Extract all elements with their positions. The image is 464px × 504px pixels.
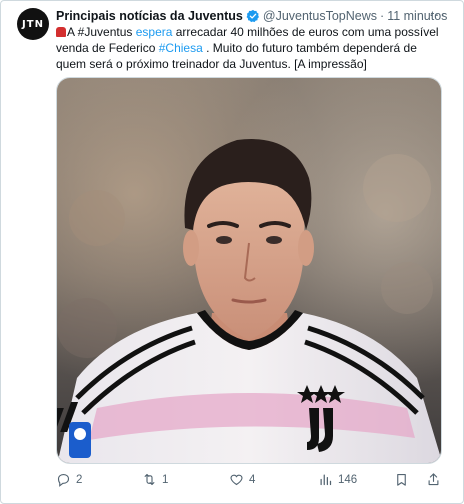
analytics-icon [320,474,332,486]
player-photo-illustration [57,78,441,463]
retweet-button[interactable]: 1 [142,472,168,487]
like-count: 4 [249,473,256,486]
handle[interactable]: @JuventusTopNews [263,9,377,23]
reply-icon [57,473,70,487]
verified-badge-icon [246,9,259,23]
bookmark-button[interactable] [394,472,409,487]
avatar-text: JTN [22,18,44,30]
more-options-icon[interactable]: ··· [429,6,446,22]
tweet-text: A #Juventus espera arrecadar 40 milhões … [56,24,444,72]
tweet-text-part: A #Juventus [67,25,136,39]
share-button[interactable] [426,472,441,487]
tweet-actions: 2 1 4 146 [56,472,446,490]
retweet-icon [144,473,155,486]
retweet-count: 1 [162,473,169,486]
tweet-text-highlight[interactable]: espera [136,25,173,39]
serie-a-patch [69,422,91,458]
share-icon [428,473,439,486]
heart-icon [230,474,243,486]
siren-emoji-icon [56,27,66,37]
separator-dot: · [380,9,385,23]
reply-count: 2 [76,473,83,486]
hashtag-chiesa[interactable]: #Chiesa [159,41,203,55]
avatar[interactable]: JTN [17,8,49,40]
views-button[interactable]: 146 [318,472,357,487]
reply-button[interactable]: 2 [56,472,82,487]
tweet-photo[interactable] [56,77,442,464]
views-count: 146 [338,473,358,486]
bookmark-icon [397,473,406,486]
display-name[interactable]: Principais notícias da Juventus [56,9,243,23]
tweet-header: Principais notícias da Juventus @Juventu… [56,7,447,25]
like-button[interactable]: 4 [229,472,255,487]
